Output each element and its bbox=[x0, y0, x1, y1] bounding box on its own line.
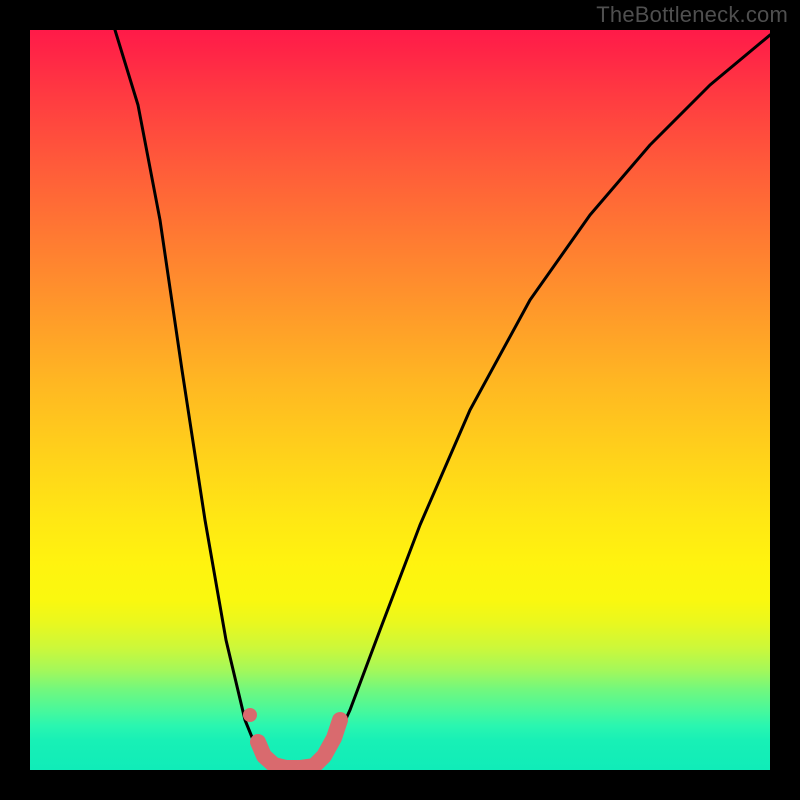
left-branch bbox=[115, 30, 276, 770]
marker-layer bbox=[243, 708, 340, 768]
watermark-label: TheBottleneck.com bbox=[596, 2, 788, 28]
chart-svg bbox=[30, 30, 770, 770]
outer-black-frame: TheBottleneck.com bbox=[0, 0, 800, 800]
bottom-marker-dot bbox=[243, 708, 257, 722]
bottom-marker-u-band bbox=[258, 720, 340, 768]
gradient-plot-area bbox=[30, 30, 770, 770]
right-branch bbox=[318, 35, 770, 770]
curve-layer bbox=[115, 30, 770, 770]
